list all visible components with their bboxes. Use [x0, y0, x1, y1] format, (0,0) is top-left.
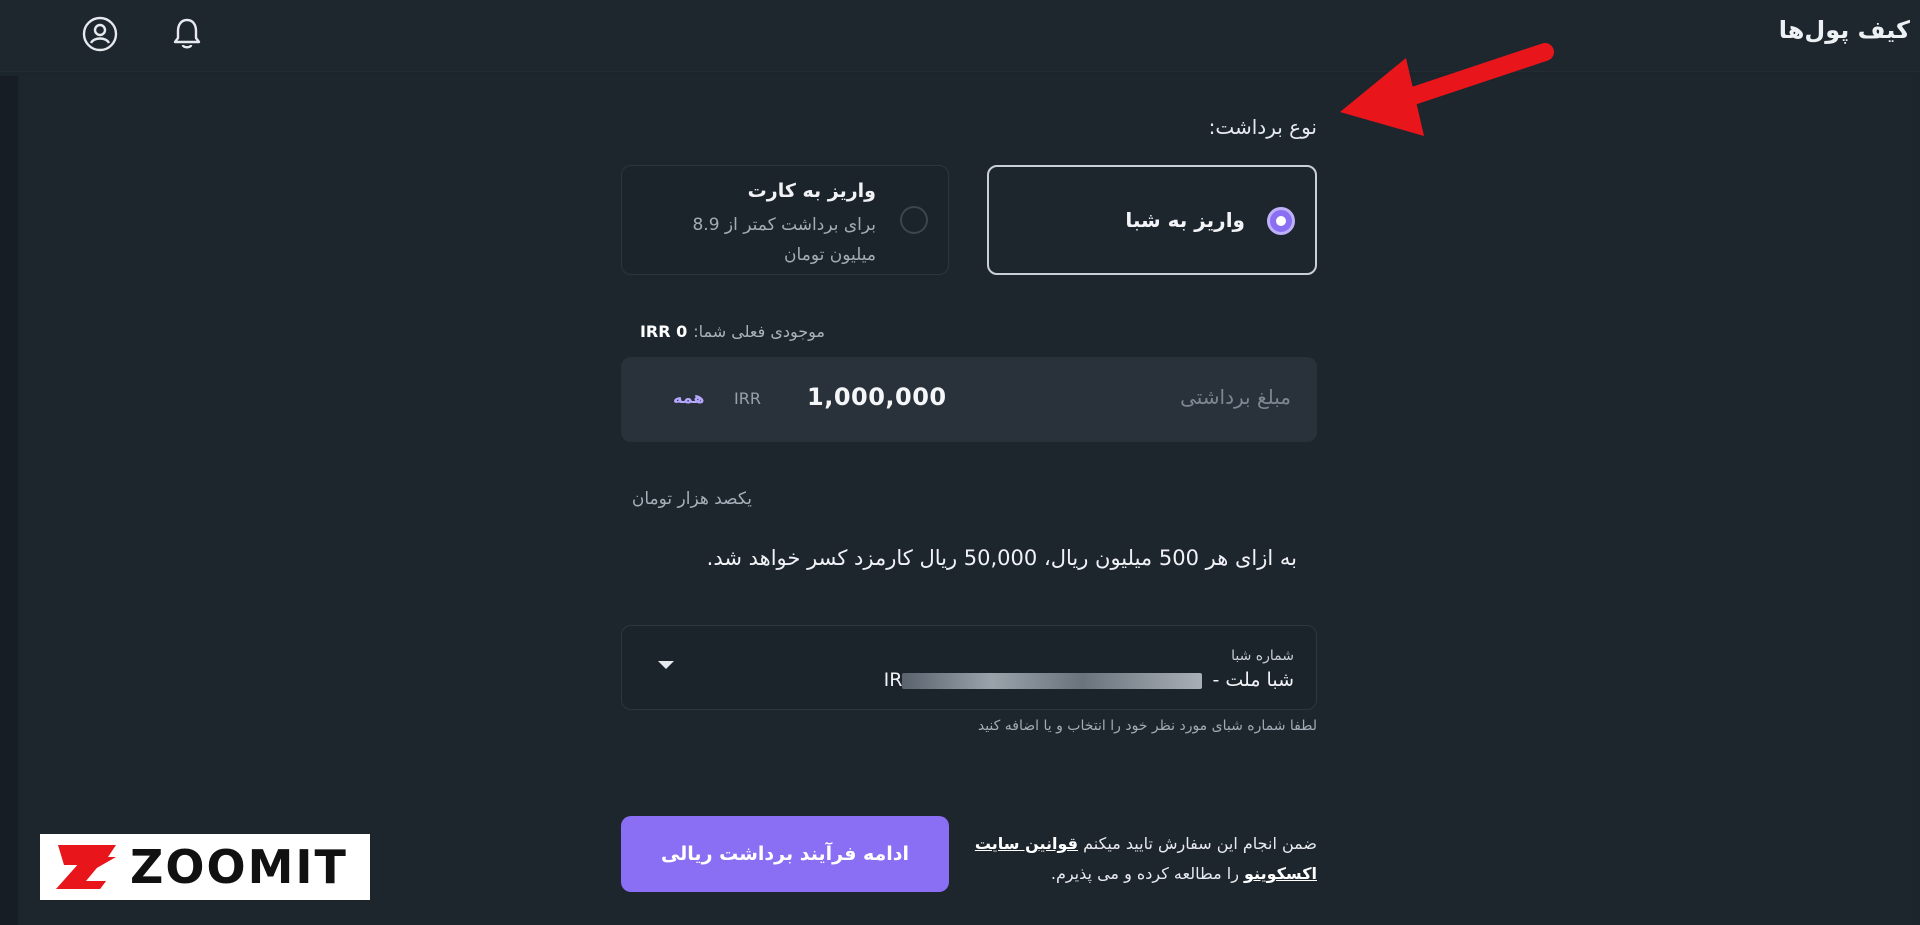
sheba-bank: شبا ملت - — [1212, 669, 1294, 691]
sheba-select[interactable]: شماره شبا شبا ملت - IR — [621, 625, 1317, 710]
radio-unselected[interactable] — [900, 206, 928, 234]
terms-before: ضمن انجام این سفارش تایید میکنم — [1083, 834, 1317, 853]
amount-in-words: یکصد هزار تومان — [631, 489, 752, 509]
amount-input[interactable]: مبلغ برداشتی 1,000,000 IRR همه — [621, 357, 1317, 442]
main-panel — [20, 76, 1912, 925]
balance-value: IRR 0 — [639, 322, 688, 341]
page-title: کیف پول‌ها — [1778, 16, 1910, 44]
option-card-description: برای برداشت کمتر از 8.9 میلیون تومان — [692, 215, 876, 265]
user-circle-icon[interactable] — [80, 14, 120, 54]
option-card-deposit[interactable]: واریز به کارت برای برداشت کمتر از 8.9 می… — [621, 165, 949, 275]
continue-withdraw-button[interactable]: ادامه فرآیند برداشت ریالی — [621, 816, 949, 892]
sheba-number-masked — [902, 672, 1203, 689]
option-sheba-title: واریز به شبا — [1125, 208, 1245, 232]
terms-after: را مطالعه کرده و می پذیرم. — [1050, 864, 1239, 883]
option-card-title: واریز به کارت — [747, 180, 876, 202]
bell-icon[interactable] — [167, 14, 207, 54]
amount-placeholder: مبلغ برداشتی — [1180, 385, 1291, 409]
zoomit-logo-icon — [56, 845, 116, 889]
top-bar: کیف پول‌ها — [0, 0, 1920, 72]
amount-currency: IRR — [734, 389, 761, 408]
balance-label: موجودی فعلی شما: — [693, 322, 825, 341]
left-edge — [0, 76, 18, 925]
balance-row: موجودی فعلی شما: IRR 0 — [640, 322, 825, 341]
sheba-hint: لطفا شماره شبای مورد نظر خود را انتخاب و… — [977, 718, 1317, 734]
fee-note: به ازای هر 500 میلیون ریال، 50,000 ریال … — [706, 546, 1297, 570]
terms-text: ضمن انجام این سفارش تایید میکنم قوانین س… — [927, 829, 1317, 889]
sheba-code: IR — [883, 669, 903, 691]
all-amount-button[interactable]: همه — [673, 388, 705, 407]
sheba-selected-value: شبا ملت - IR — [884, 669, 1294, 691]
zoomit-watermark: ZOOMIT — [40, 834, 370, 900]
amount-value: 1,000,000 — [807, 383, 947, 411]
annotation-arrow-icon — [1340, 43, 1554, 136]
withdraw-type-label: نوع برداشت: — [1208, 115, 1317, 139]
option-sheba-deposit[interactable]: واریز به شبا — [987, 165, 1317, 275]
app-root: کیف پول‌ها نوع برداشت: واریز به شبا واری… — [0, 0, 1920, 925]
sheba-label: شماره شبا — [1231, 648, 1294, 664]
watermark-text: ZOOMIT — [130, 840, 348, 894]
radio-selected[interactable] — [1267, 207, 1295, 235]
chevron-down-icon[interactable] — [658, 661, 674, 669]
